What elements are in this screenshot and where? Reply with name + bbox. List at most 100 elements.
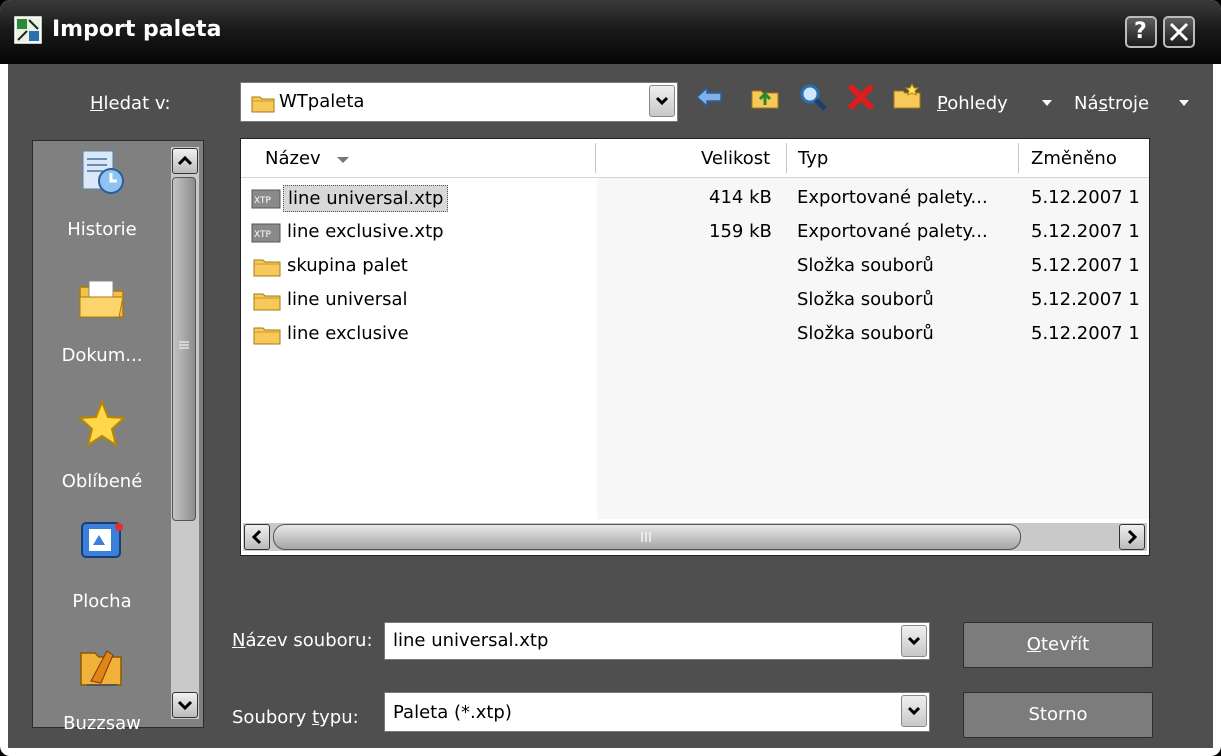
tools-menu[interactable]: Nástroje [1074, 93, 1149, 114]
filename-value: line universal.xtp [393, 630, 549, 651]
cancel-button[interactable]: Storno [963, 692, 1153, 738]
grip-icon [641, 532, 651, 542]
file-name: skupina palet [287, 255, 408, 276]
place-documents[interactable]: Dokum... [33, 273, 171, 366]
file-modified: 5.12.2007 1 [1031, 221, 1140, 242]
filename-label: Název souboru: [232, 630, 373, 651]
column-header-type[interactable]: Typ [798, 148, 828, 169]
scroll-up-button[interactable] [172, 148, 198, 174]
file-modified: 5.12.2007 1 [1031, 187, 1140, 208]
file-name: line universal [287, 289, 408, 310]
scroll-right-button[interactable] [1119, 524, 1145, 550]
file-list[interactable]: Název Velikost Typ Změněno XTP line univ… [240, 138, 1150, 556]
scroll-thumb[interactable] [172, 177, 196, 521]
svg-text:XTP: XTP [254, 196, 272, 206]
chevron-down-icon [655, 96, 669, 106]
app-icon [14, 16, 42, 44]
lookin-label: Hledat v: [90, 93, 171, 114]
file-name: line exclusive.xtp [287, 221, 444, 242]
help-button[interactable]: ? [1125, 16, 1157, 48]
file-type: Složka souborů [797, 289, 934, 310]
window-title: Import paleta [52, 17, 222, 42]
places-bar: Historie Dokum... Oblíbené Plocha Buzzsa… [32, 140, 204, 734]
filetype-combobox[interactable]: Paleta (*.xtp) [384, 692, 930, 732]
file-name: line universal.xtp [283, 185, 449, 212]
column-header-size[interactable]: Velikost [701, 148, 770, 169]
column-header-name[interactable]: Název [265, 148, 350, 169]
search-icon[interactable] [798, 82, 828, 112]
help-icon: ? [1134, 19, 1147, 44]
chevron-down-icon [177, 700, 193, 711]
place-desktop[interactable]: Plocha [33, 517, 171, 612]
filename-dropdown-button[interactable] [901, 625, 927, 657]
file-type: Složka souborů [797, 255, 934, 276]
table-row[interactable]: line universal Složka souborů 5.12.2007 … [241, 283, 1149, 317]
place-label: Dokum... [61, 345, 143, 366]
back-arrow-icon[interactable] [694, 82, 724, 112]
folder-icon [253, 327, 281, 345]
file-size: 159 kB [709, 221, 772, 242]
svg-text:XTP: XTP [254, 230, 272, 240]
chevron-down-icon [907, 706, 921, 716]
file-size: 414 kB [709, 187, 772, 208]
table-row[interactable]: XTP line universal.xtp 414 kB Exportovan… [241, 181, 1149, 215]
scroll-down-button[interactable] [172, 692, 198, 718]
grip-icon [179, 341, 189, 349]
close-icon [1169, 22, 1189, 42]
list-header: Název Velikost Typ Změněno [241, 139, 1149, 178]
place-label: Plocha [72, 591, 132, 612]
filetype-dropdown-button[interactable] [901, 695, 927, 727]
table-row[interactable]: XTP line exclusive.xtp 159 kB Exportovan… [241, 215, 1149, 249]
file-name: line exclusive [287, 323, 409, 344]
xtp-file-icon: XTP [251, 189, 281, 209]
favorites-star-icon [77, 399, 127, 448]
filetype-value: Paleta (*.xtp) [393, 702, 512, 723]
delete-icon[interactable] [846, 82, 876, 112]
tools-dropdown-icon[interactable] [1178, 99, 1190, 107]
file-type: Složka souborů [797, 323, 934, 344]
scroll-thumb[interactable] [273, 524, 1021, 550]
lookin-combobox[interactable]: WTpaleta [240, 82, 678, 122]
lookin-value: WTpaleta [279, 91, 365, 112]
close-button[interactable] [1163, 16, 1195, 48]
folder-icon [253, 259, 281, 277]
file-type: Exportované palety... [797, 221, 988, 242]
import-dialog: Import paleta ? Hledat v: WTpaleta Pohle… [0, 0, 1221, 756]
column-header-modified[interactable]: Změněno [1031, 148, 1117, 169]
list-horizontal-scrollbar[interactable] [243, 523, 1147, 551]
views-dropdown-icon[interactable] [1041, 99, 1053, 107]
chevron-left-icon [251, 529, 262, 545]
xtp-file-icon: XTP [251, 223, 281, 243]
file-modified: 5.12.2007 1 [1031, 323, 1140, 344]
table-row[interactable]: line exclusive Složka souborů 5.12.2007 … [241, 317, 1149, 351]
scroll-left-button[interactable] [244, 524, 270, 550]
open-button[interactable]: Otevřít [963, 622, 1153, 668]
new-folder-icon[interactable] [892, 82, 922, 112]
place-label: Historie [67, 219, 137, 240]
chevron-right-icon [1127, 529, 1138, 545]
place-label: Buzzsaw [63, 713, 141, 734]
views-menu[interactable]: Pohledy [937, 93, 1008, 114]
place-history[interactable]: Historie [33, 147, 171, 240]
file-type: Exportované palety... [797, 187, 988, 208]
documents-folder-icon [79, 280, 124, 318]
file-modified: 5.12.2007 1 [1031, 255, 1140, 276]
desktop-icon [81, 522, 123, 558]
places-vertical-scrollbar[interactable] [171, 147, 199, 719]
chevron-up-icon [177, 155, 193, 166]
up-folder-icon[interactable] [750, 82, 780, 112]
folder-icon [253, 293, 281, 311]
place-label: Oblíbené [61, 471, 143, 492]
table-row[interactable]: skupina palet Složka souborů 5.12.2007 1 [241, 249, 1149, 283]
filetype-label: Soubory typu: [232, 707, 359, 728]
sort-descending-icon [337, 157, 350, 163]
chevron-down-icon [907, 636, 921, 646]
filename-combobox[interactable]: line universal.xtp [384, 622, 930, 660]
folder-icon [251, 96, 275, 113]
lookin-dropdown-button[interactable] [649, 85, 675, 117]
title-bar[interactable]: Import paleta ? [0, 0, 1221, 64]
place-favorites[interactable]: Oblíbené [33, 399, 171, 492]
history-icon [82, 150, 124, 194]
place-buzzsaw[interactable]: Buzzsaw [33, 641, 171, 734]
buzzsaw-icon [80, 650, 122, 686]
